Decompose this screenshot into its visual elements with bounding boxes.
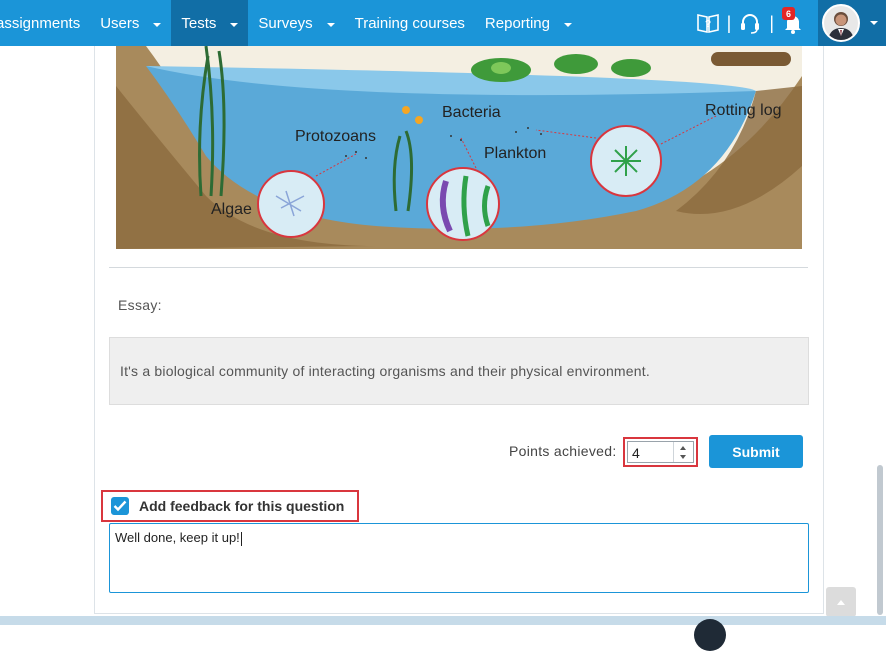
points-input[interactable]: 4 <box>627 441 694 463</box>
nav-item-label: Surveys <box>258 14 313 32</box>
feedback-checkbox-label[interactable]: Add feedback for this question <box>139 498 344 514</box>
separator: | <box>769 12 774 33</box>
nav-item-label: Tests <box>181 14 217 32</box>
points-highlight: 4 <box>623 437 698 467</box>
checkmark-icon <box>113 500 127 512</box>
feedback-toggle-highlight: Add feedback for this question <box>101 490 359 522</box>
chevron-down-icon[interactable] <box>153 22 162 27</box>
chat-launcher-icon[interactable] <box>694 619 726 651</box>
footer-band <box>0 616 886 625</box>
headset-icon[interactable] <box>737 10 763 36</box>
essay-label: Essay: <box>118 297 162 313</box>
pond-ecosystem-image: Rotting log Bacteria Protozoans Plankton… <box>116 46 802 249</box>
top-navigation-bar: assignments Users Tests Surveys Training… <box>0 0 886 46</box>
label-plankton: Plankton <box>484 145 546 162</box>
points-stepper[interactable] <box>673 442 693 462</box>
label-rotting-log: Rotting log <box>705 102 782 119</box>
essay-answer-text: It's a biological community of interacti… <box>120 363 650 379</box>
help-book-icon[interactable]: ? <box>695 10 721 36</box>
nav-item-label: Training courses <box>354 14 465 32</box>
nav-right-tools: ? | | 6 <box>695 0 886 46</box>
chevron-down-icon[interactable] <box>870 21 878 25</box>
feedback-checkbox[interactable] <box>111 497 129 515</box>
separator: | <box>726 12 732 33</box>
feedback-textarea[interactable]: Well done, keep it up! <box>109 523 809 593</box>
chevron-down-icon[interactable] <box>230 22 239 27</box>
back-to-top-button[interactable] <box>826 587 856 617</box>
chevron-down-icon[interactable] <box>326 22 335 27</box>
nav-item-reporting[interactable]: Reporting <box>475 0 582 46</box>
nav-item-users[interactable]: Users <box>90 0 171 46</box>
submit-button[interactable]: Submit <box>709 435 803 468</box>
nav-item-label: Reporting <box>484 14 550 32</box>
nav-item-tests[interactable]: Tests <box>171 0 249 46</box>
text-cursor <box>240 531 242 546</box>
decrement-arrow-icon[interactable] <box>674 452 693 462</box>
points-value: 4 <box>632 445 640 461</box>
nav-item-label: Users <box>100 14 140 32</box>
notification-badge: 6 <box>782 7 795 20</box>
feedback-text-value: Well done, keep it up! <box>115 530 240 545</box>
nav-item-label: assignments <box>0 14 81 32</box>
user-menu[interactable] <box>818 0 886 46</box>
nav-item-surveys[interactable]: Surveys <box>248 0 344 46</box>
nav-item-training-courses[interactable]: Training courses <box>345 0 475 46</box>
bell-icon[interactable]: 6 <box>780 7 806 36</box>
label-protozoans: Protozoans <box>295 128 376 145</box>
increment-arrow-icon[interactable] <box>674 442 693 452</box>
label-algae: Algae <box>211 201 252 218</box>
chevron-down-icon[interactable] <box>563 22 572 27</box>
svg-text:?: ? <box>705 19 711 30</box>
essay-answer: It's a biological community of interacti… <box>109 337 809 405</box>
nav-item-assignments[interactable]: assignments <box>0 0 90 46</box>
label-bacteria: Bacteria <box>442 104 501 121</box>
scrollbar[interactable] <box>877 465 883 615</box>
points-achieved-label: Points achieved: <box>509 443 617 459</box>
divider <box>109 267 808 268</box>
avatar[interactable] <box>822 4 860 42</box>
